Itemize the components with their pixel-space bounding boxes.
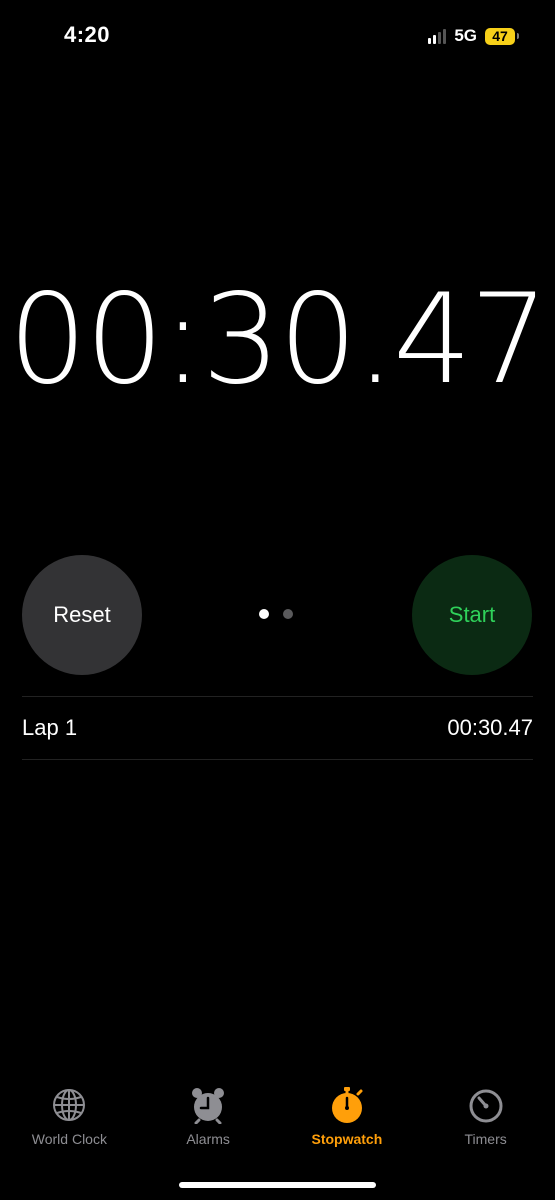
lap-list: Lap 1 00:30.47 <box>22 696 533 760</box>
status-indicators: 5G 47 <box>428 26 519 46</box>
tab-alarms[interactable]: Alarms <box>139 1085 278 1147</box>
tab-label: Timers <box>464 1131 507 1147</box>
tab-stopwatch[interactable]: Stopwatch <box>278 1085 417 1147</box>
tab-label: Stopwatch <box>311 1131 383 1147</box>
tab-world-clock[interactable]: World Clock <box>0 1085 139 1147</box>
timer-icon <box>466 1085 506 1125</box>
lap-row: Lap 1 00:30.47 <box>22 697 533 760</box>
tab-timers[interactable]: Timers <box>416 1085 555 1147</box>
lap-time: 00:30.47 <box>447 715 533 740</box>
network-type: 5G <box>454 26 477 45</box>
start-button-label: Start <box>448 602 496 627</box>
alarm-clock-icon <box>188 1085 228 1125</box>
reset-button[interactable]: Reset <box>22 555 142 675</box>
tab-label: World Clock <box>31 1131 107 1147</box>
battery-level: 47 <box>492 28 508 44</box>
cellular-signal-icon <box>428 28 447 44</box>
tab-label: Alarms <box>186 1131 230 1147</box>
tab-bar: World Clock Alarms Stopwatch Timers <box>0 1085 555 1147</box>
status-time: 4:20 <box>64 22 111 47</box>
reset-button-label: Reset <box>53 602 111 627</box>
start-button[interactable]: Start <box>412 555 532 675</box>
globe-icon <box>49 1085 89 1125</box>
home-indicator[interactable] <box>179 1182 376 1188</box>
stopwatch-readout: 00:30.47 <box>8 268 549 412</box>
battery-icon: 47 <box>485 27 519 45</box>
page-indicator <box>259 609 293 619</box>
page-dot-active <box>259 609 269 619</box>
page-dot-inactive <box>283 609 293 619</box>
lap-label: Lap 1 <box>22 715 78 740</box>
stopwatch-icon <box>327 1085 367 1125</box>
